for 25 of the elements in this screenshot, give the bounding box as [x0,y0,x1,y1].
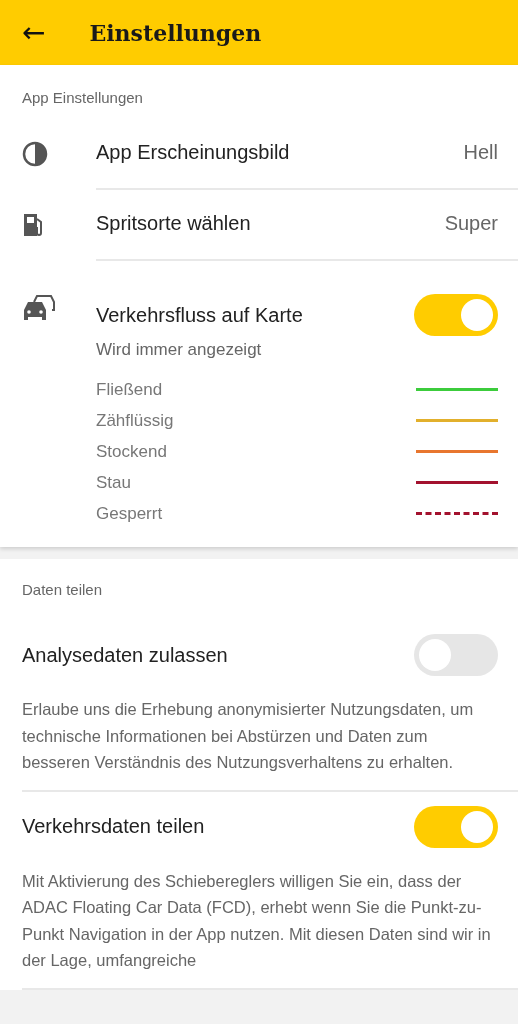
section-label: Daten teilen [22,580,104,600]
legend-label: Zähflüssig [96,410,174,431]
setting-value: Hell [463,141,498,164]
setting-title: Spritsorte wählen [96,212,251,235]
setting-row[interactable]: Spritsorte wählen Super [96,188,518,261]
legend-label: Stau [96,472,131,493]
legend-label: Fließend [96,379,163,400]
setting-description: Mit Aktivierung des Schiebereglers willigen Sie ein, dass der ADAC Floating Car Data (FCD), erhebt wenn Sie die Punkt-zu-Punkt Navigation in der App nutzen. Mit diesen Daten sind wir in der Lage, umfangreiche [22,870,492,971]
page-title: Einstellungen [89,19,262,46]
legend-label: Stockend [96,441,167,462]
back-button[interactable]: ← [22,18,46,47]
section-label: App Einstellungen [21,88,144,108]
setting-title: App Erscheinungsbild [96,141,290,164]
setting-title: Verkehrsfluss auf Karte [96,303,303,327]
toggle-switch[interactable] [414,805,498,848]
setting-title: Verkehrsdaten teilen [22,815,205,838]
setting-description: Erlaube uns die Erhebung anonymisierter Nutzungsdaten, um technische Informationen bei Abstürzen und Daten zum besseren Verständnis des Nutzungsverhaltens zu erhalten. [22,699,475,773]
setting-subtitle: Wird immer angezeigt [96,340,263,360]
legend-label: Gesperrt [96,503,163,524]
setting-row[interactable]: App Erscheinungsbild Hell [96,117,518,190]
toggle-switch[interactable] [414,294,498,336]
setting-title: Analysedaten zulassen [22,643,228,667]
contrast-icon [22,140,48,167]
toggle-switch[interactable] [414,634,498,676]
setting-value: Super [444,212,498,235]
